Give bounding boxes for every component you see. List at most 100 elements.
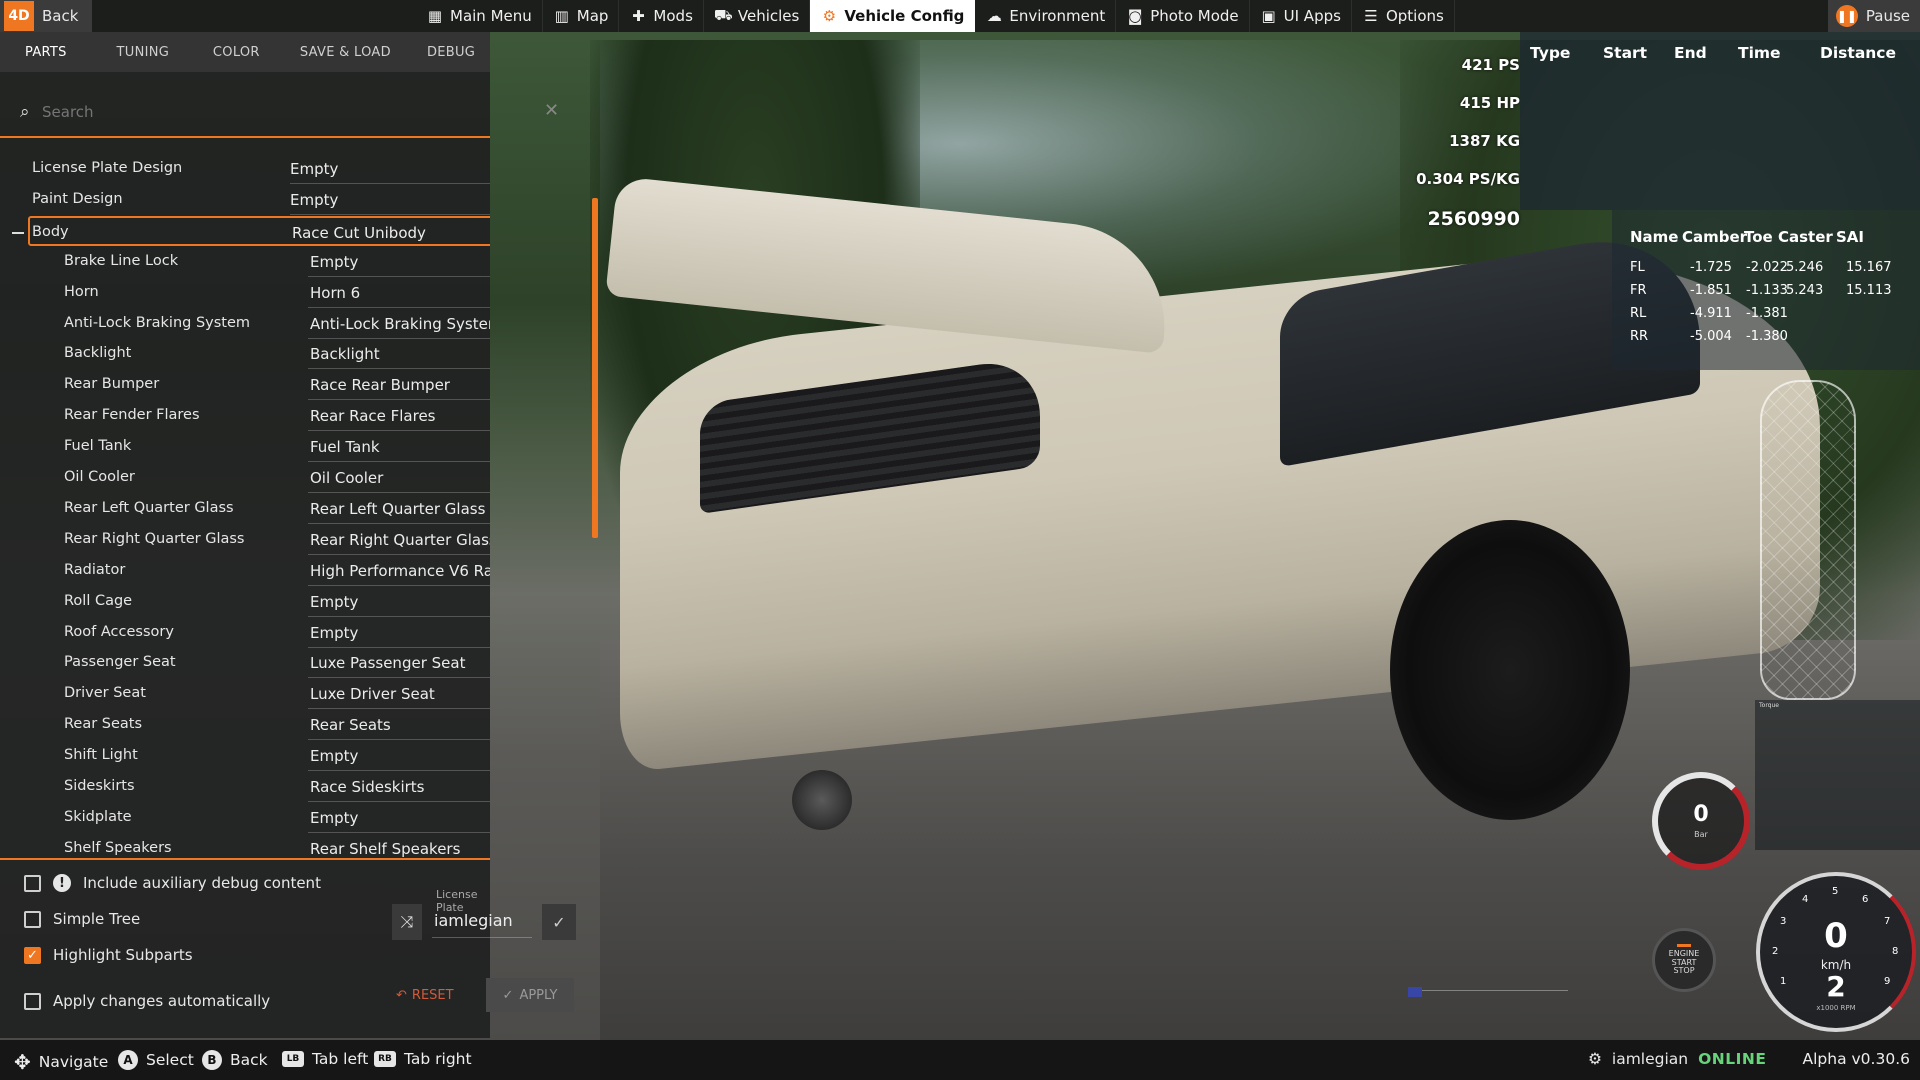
part-dropdown[interactable]: Oil Cooler [308,463,490,493]
part-dropdown[interactable]: Luxe Passenger Seat [308,648,490,679]
part-name: Sideskirts [64,778,135,794]
part-dropdown[interactable]: Rear Right Quarter Glass [308,525,490,555]
top-menu-bar: 4D Back ▦ Main Menu ▥ Map ✚ Mods ⛟ Vehicles ⚙ Veh… [0,0,1920,32]
part-value: Empty [310,623,359,642]
highlight-subparts-checkbox[interactable]: ✓ [24,946,41,964]
part-dropdown[interactable]: Empty [308,803,490,833]
part-row[interactable]: Driver Seat Luxe Driver Seat [0,679,490,710]
tab-color[interactable]: COLOR [194,45,279,60]
part-dropdown[interactable]: Anti-Lock Braking System [308,309,490,339]
aux-debug-option[interactable]: ! Include auxiliary debug content [24,874,321,892]
nav-map[interactable]: ▥ Map [543,0,620,32]
part-dropdown[interactable]: Horn 6 [308,278,490,308]
nav-options[interactable]: ☰ Options [1352,0,1455,32]
apply-button[interactable]: ✓ APPLY [486,978,574,1012]
part-name: Anti-Lock Braking System [64,314,251,331]
part-row[interactable]: Oil Cooler Oil Cooler [0,463,490,493]
part-row[interactable]: Anti-Lock Braking System Anti-Lock Brakin… [0,309,490,339]
simple-tree-option[interactable]: Simple Tree [24,910,140,928]
part-dropdown[interactable]: Empty [308,587,490,617]
pause-button[interactable]: ❚❚ Pause [1827,0,1920,32]
logo-icon: 4D [4,1,34,31]
part-dropdown[interactable]: Empty [308,247,490,277]
part-dropdown[interactable]: Race Rear Bumper [308,370,490,401]
highlight-subparts-option[interactable]: ✓ Highlight Subparts [24,946,193,964]
speedometer: 0 km/h 2 x1000 RPM 123456789 [1756,872,1916,1032]
part-row[interactable]: Body Race Cut Unibody [12,215,490,248]
online-status: ONLINE [1698,1050,1767,1068]
part-row[interactable]: Rear Bumper Race Rear Bumper [0,370,490,401]
clear-search-icon[interactable]: ✕ [544,100,559,121]
tab-tuning[interactable]: TUNING [92,45,194,60]
reset-button[interactable]: ↶ RESET [396,988,454,1003]
speedo-tick: 5 [1832,886,1839,897]
part-row[interactable]: Passenger Seat Luxe Passenger Seat [0,648,490,679]
randomize-plate-button[interactable]: ⤨ [392,904,422,940]
power-ps: 421 PS [1461,56,1520,74]
part-row[interactable]: Rear Seats Rear Seats [0,710,490,741]
engine-label-3: STOP [1673,966,1695,976]
part-dropdown[interactable]: Luxe Driver Seat [308,679,490,710]
tab-save-load[interactable]: SAVE & LOAD [279,45,412,60]
tab-parts[interactable]: PARTS [0,45,92,60]
nav-main-menu[interactable]: ▦ Main Menu [416,0,543,32]
part-row[interactable]: Radiator High Performance V6 Radiator [0,556,490,586]
apps-icon: ▣ [1261,7,1276,25]
part-row[interactable]: Rear Left Quarter Glass Rear Left Quarter… [0,494,490,524]
part-dropdown[interactable]: Rear Left Quarter Glass [308,494,490,524]
speedo-tick: 2 [1772,946,1779,957]
part-row[interactable]: Rear Right Quarter Glass Rear Right Quart… [0,525,490,555]
simple-tree-checkbox[interactable] [24,910,41,928]
collapse-icon[interactable] [12,231,24,234]
part-dropdown[interactable]: Rear Race Flares [308,401,490,432]
part-dropdown[interactable]: Race Cut Unibody [292,218,490,248]
engine-start-stop-button[interactable]: ENGINE START STOP [1652,928,1716,992]
part-dropdown[interactable]: Empty [308,618,490,648]
nav-ui-apps[interactable]: ▣ UI Apps [1250,0,1352,32]
speedo-tick: 1 [1780,976,1787,987]
part-row[interactable]: Shift Light Empty [0,741,490,772]
part-row[interactable]: Shelf Speakers Rear Shelf Speakers [0,834,478,858]
timer-header-time: Time [1738,44,1781,62]
part-row[interactable]: Fuel Tank Fuel Tank [0,432,490,463]
part-row[interactable]: Brake Line Lock Empty [0,247,490,277]
nav-vehicle-config[interactable]: ⚙ Vehicle Config [810,0,976,32]
search-input[interactable] [42,98,512,126]
back-button[interactable]: 4D Back [0,0,92,32]
part-dropdown[interactable]: Race Sideskirts [308,772,490,802]
parts-scrollbar[interactable] [592,198,598,538]
nav-environment[interactable]: ☁ Environment [975,0,1117,32]
nav-mods[interactable]: ✚ Mods [619,0,704,32]
part-dropdown[interactable]: High Performance V6 Radiator [308,556,490,586]
part-name: Rear Seats [64,716,143,733]
part-dropdown[interactable]: Empty [308,741,490,772]
part-name: Radiator [64,561,126,578]
auto-apply-checkbox[interactable] [24,992,41,1010]
part-row[interactable]: Backlight Backlight [0,339,490,370]
part-dropdown[interactable]: Rear Seats [308,710,490,741]
nav-photo-mode[interactable]: ◙ Photo Mode [1116,0,1250,32]
part-dropdown[interactable]: Empty [290,185,490,215]
part-name: Paint Design [32,190,123,207]
part-row[interactable]: Sideskirts Race Sideskirts [0,772,490,802]
part-dropdown[interactable]: Backlight [308,339,490,370]
nav-vehicles[interactable]: ⛟ Vehicles [704,0,811,32]
part-row[interactable]: Skidplate Empty [0,803,490,833]
part-row[interactable]: License Plate Design Empty [0,154,490,184]
license-plate-input[interactable] [432,904,532,938]
part-row[interactable]: Roof Accessory Empty [0,618,490,648]
confirm-plate-button[interactable]: ✓ [542,904,576,940]
part-row[interactable]: Roll Cage Empty [0,587,490,617]
part-dropdown[interactable]: Empty [290,154,490,184]
hint-label: Tab right [404,1050,472,1068]
tab-debug[interactable]: DEBUG [412,45,490,60]
part-row[interactable]: Paint Design Empty [0,185,490,215]
part-dropdown[interactable]: Fuel Tank [308,432,490,463]
aux-debug-checkbox[interactable] [24,874,41,892]
part-dropdown[interactable]: Rear Shelf Speakers [308,834,490,858]
auto-apply-option[interactable]: Apply changes automatically [24,992,270,1010]
part-row[interactable]: Horn Horn 6 [0,278,490,308]
part-row[interactable]: Rear Fender Flares Rear Race Flares [0,401,490,432]
hint-label: Tab left [312,1050,369,1068]
part-name: Roll Cage [64,592,133,609]
